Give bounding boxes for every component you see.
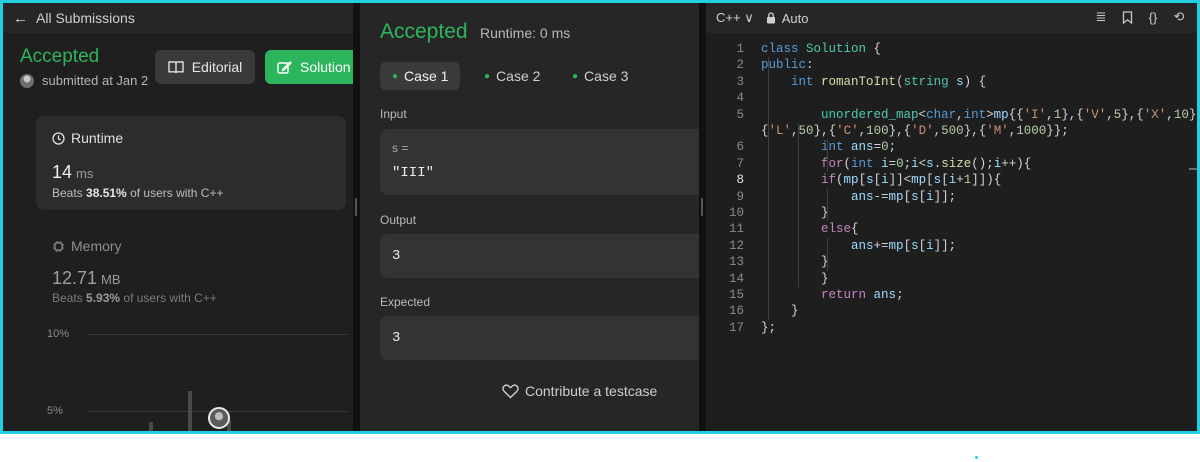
testcase-panel: Accepted Runtime: 0 ms ● Case 1 ● Case 2 ●… (360, 3, 699, 431)
line-number: 11 (728, 222, 744, 237)
tab-case-1[interactable]: ● Case 1 (380, 62, 461, 90)
pass-dot-icon: ● (484, 70, 491, 82)
indent-guide (768, 57, 769, 320)
scrollbar-marker[interactable] (1189, 168, 1197, 170)
stray-dot (975, 456, 978, 459)
panel-divider-left[interactable] (353, 3, 360, 431)
code-line[interactable]: class Solution { (761, 41, 881, 57)
line-number: 10 (728, 206, 744, 220)
code-line[interactable]: unordered_map<char,int>mp{{'I',1},{'V',5… (761, 107, 1197, 123)
testcase-status: Accepted (380, 20, 468, 43)
app-frame: ← All Submissions Accepted submitted at … (0, 0, 1200, 434)
code-line[interactable]: } (761, 205, 829, 221)
auto-mode-label: Auto (781, 10, 809, 26)
code-line[interactable]: } (761, 271, 829, 287)
contribute-testcase-link[interactable]: Contribute a testcase (502, 383, 657, 399)
editor-icons: ≣ {} ⟲ (1093, 8, 1187, 26)
bookmark-icon[interactable] (1119, 8, 1135, 26)
line-number: 6 (736, 140, 744, 155)
line-number: 2 (736, 58, 744, 73)
divider-grip-right[interactable] (701, 198, 703, 216)
tab-case-2[interactable]: ● Case 2 (472, 62, 552, 90)
code-line[interactable]: ans+=mp[s[i]]; (761, 238, 956, 254)
code-line[interactable]: int ans=0; (761, 139, 896, 155)
divider-grip-left[interactable] (355, 198, 357, 216)
line-number: 15 (728, 288, 744, 302)
line-number: 4 (736, 91, 744, 106)
output-box: 3 (380, 234, 699, 278)
expected-value: 3 (392, 330, 401, 346)
line-number: 1 (736, 42, 744, 56)
line-number: 13 (728, 255, 744, 270)
expected-heading: Expected (380, 295, 431, 309)
language-select[interactable]: C++ ∨ (716, 10, 754, 26)
language-label: C++ (716, 10, 741, 25)
pass-dot-icon: ● (572, 70, 579, 82)
panel-divider-right[interactable] (699, 3, 706, 431)
distribution-bar (149, 421, 153, 431)
case-3-label: Case 3 (584, 68, 629, 84)
expected-box: 3 (380, 316, 699, 360)
line-number: 14 (728, 271, 744, 286)
line-number: 9 (736, 189, 744, 204)
code-line[interactable]: ans-=mp[s[i]]; (761, 189, 956, 205)
code-line[interactable]: int romanToInt(string s) { (761, 74, 986, 90)
line-number: 12 (728, 238, 744, 253)
your-submission-marker[interactable] (208, 407, 230, 429)
input-var: s = (392, 141, 409, 155)
output-value: 3 (392, 248, 401, 264)
line-number: 3 (736, 74, 744, 89)
case-1-label: Case 1 (404, 68, 449, 84)
lock-icon (766, 12, 775, 24)
case-2-label: Case 2 (496, 68, 541, 84)
code-line[interactable]: for(int i=0;i<s.size();i++){ (761, 156, 1031, 172)
line-number: 16 (728, 304, 744, 319)
testcase-runtime: Runtime: 0 ms (480, 25, 571, 41)
code-line[interactable]: }; (761, 320, 776, 336)
code-line[interactable]: else{ (761, 221, 859, 237)
braces-icon[interactable]: {} (1145, 8, 1161, 26)
line-number: 7 (736, 156, 744, 171)
output-heading: Output (380, 213, 417, 227)
input-box: s = "III" (380, 129, 699, 195)
input-heading: Input (380, 107, 407, 121)
indent-guide (827, 188, 828, 222)
distribution-bar (188, 390, 192, 431)
distribution-chart (3, 3, 353, 434)
line-number: 17 (728, 320, 744, 335)
auto-mode[interactable]: Auto (766, 10, 809, 26)
line-number: 8 (736, 173, 744, 188)
line-number: 5 (736, 107, 744, 122)
code-line[interactable]: {'L',50},{'C',100},{'D',500},{'M',1000}}… (761, 123, 1069, 139)
format-icon[interactable]: ≣ (1093, 8, 1109, 26)
distribution-bar (159, 433, 163, 434)
code-line[interactable]: } (761, 303, 799, 319)
input-value: "III" (392, 165, 435, 181)
indent-guide (798, 123, 799, 287)
heart-icon (502, 383, 519, 398)
reset-icon[interactable]: ⟲ (1171, 8, 1187, 26)
chevron-down-icon: ∨ (744, 10, 754, 25)
submission-panel: ← All Submissions Accepted submitted at … (3, 3, 353, 434)
pass-dot-icon: ● (392, 70, 399, 82)
indent-guide (827, 237, 828, 271)
tab-case-3[interactable]: ● Case 3 (560, 62, 640, 90)
contribute-label: Contribute a testcase (525, 383, 658, 399)
code-line[interactable]: return ans; (761, 287, 904, 303)
code-editor-panel: C++ ∨ Auto ≣ {} ⟲ 1 class Solution {2 publ… (706, 3, 1197, 431)
code-line[interactable]: } (761, 254, 829, 270)
indent-guide (827, 139, 828, 173)
